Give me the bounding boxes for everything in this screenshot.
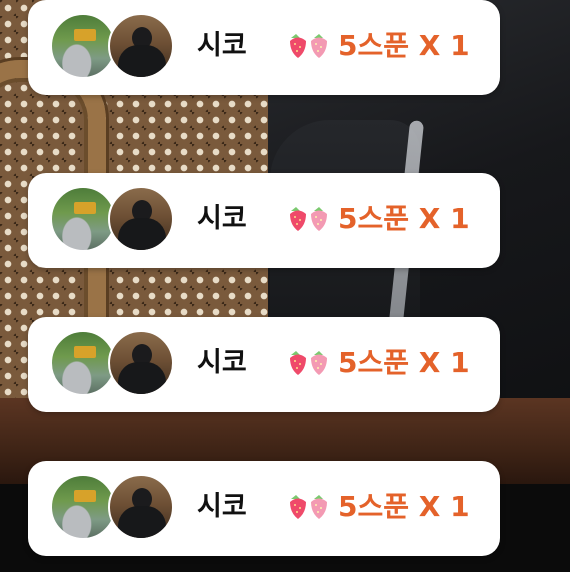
spoon-reward-count: 5스푼 X 1 [338, 490, 470, 523]
sender-name: 시코 [197, 203, 247, 234]
gift-notification-card: 시코 5스푼 X 1 [28, 461, 500, 556]
pizza-shop-avatar-icon [50, 474, 116, 540]
sender-name: 시코 [197, 491, 247, 522]
pizza-shop-avatar-icon [50, 330, 116, 396]
person-avatar-icon [108, 474, 174, 540]
person-avatar-icon [108, 330, 174, 396]
strawberry-pair-icon [290, 207, 327, 231]
gift-notification-card: 시코 5스푼 X 1 [28, 317, 500, 412]
gift-notification-card: 시코 5스푼 X 1 [28, 173, 500, 268]
strawberry-pair-icon [290, 351, 327, 375]
pizza-shop-avatar-icon [50, 13, 116, 79]
person-avatar-icon [108, 13, 174, 79]
sender-name: 시코 [197, 30, 247, 61]
spoon-reward-count: 5스푼 X 1 [338, 29, 470, 62]
spoon-reward-count: 5스푼 X 1 [338, 346, 470, 379]
person-avatar-icon [108, 186, 174, 252]
strawberry-pair-icon [290, 34, 327, 58]
sender-name: 시코 [197, 347, 247, 378]
strawberry-pair-icon [290, 495, 327, 519]
pizza-shop-avatar-icon [50, 186, 116, 252]
gift-notification-card: 시코 5스푼 X 1 [28, 0, 500, 95]
spoon-reward-count: 5스푼 X 1 [338, 202, 470, 235]
